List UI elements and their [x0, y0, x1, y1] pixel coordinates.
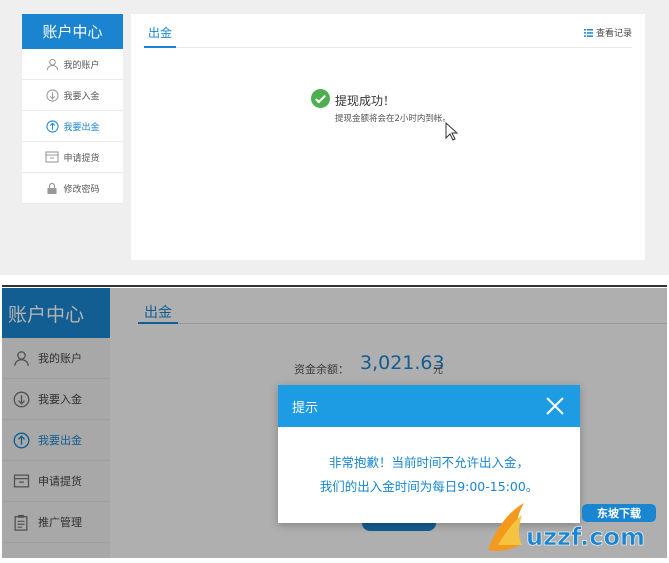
sidebar: 账户中心 我的账户 我要入金 我要出金 申请提货 — [22, 14, 123, 204]
view-records-link[interactable]: 查看记录 — [583, 26, 632, 39]
view-records-label: 查看记录 — [595, 29, 632, 39]
sidebar-item-withdraw[interactable]: 我要出金 — [22, 111, 123, 142]
dialog-header: 提示 — [278, 385, 580, 427]
watermark-text: uzzf.com — [526, 523, 645, 551]
sidebar-item-pickup[interactable]: 申请提货 — [22, 142, 123, 173]
watermark-logo: 东坡下载 uzzf.com — [484, 495, 666, 557]
sidebar-item-label: 修改密码 — [63, 184, 100, 195]
tab-withdraw[interactable]: 出金 — [148, 24, 172, 41]
sidebar-item-label: 我要出金 — [63, 122, 100, 133]
lock-icon — [45, 181, 59, 195]
sidebar-item-label: 申请提货 — [63, 153, 100, 164]
list-icon — [583, 28, 593, 37]
user-icon — [45, 57, 59, 71]
sidebar-item-deposit[interactable]: 我要入金 — [22, 80, 123, 111]
dialog-body: 非常抱歉！当前时间不允许出入金， 我们的出入金时间为每日9:00-15:00。 — [278, 427, 580, 499]
main-panel: 出金 查看记录 提现成功！ 提现金额将会在2小时内到帐。 — [131, 14, 645, 260]
success-title: 提现成功！ — [335, 94, 396, 108]
watermark-badge: 东坡下载 — [597, 506, 641, 520]
sidebar-item-label: 我的账户 — [63, 60, 100, 71]
sidebar-item-label: 我要入金 — [63, 91, 100, 102]
dialog-title: 提示 — [292, 400, 319, 416]
sidebar-item-change-password[interactable]: 修改密码 — [22, 173, 123, 204]
dialog-message-line1: 非常抱歉！当前时间不允许出入金， — [328, 455, 529, 470]
sidebar-title: 账户中心 — [22, 14, 123, 49]
top-screenshot: 账户中心 我的账户 我要入金 我要出金 申请提货 修改密码 出金 查看记录 提现… — [0, 0, 669, 275]
sidebar-item-my-account[interactable]: 我的账户 — [22, 49, 123, 80]
arrow-down-circle-icon — [45, 88, 59, 102]
check-circle-icon — [311, 89, 330, 108]
tab-underline — [144, 46, 176, 48]
box-icon — [45, 150, 60, 164]
close-icon[interactable] — [542, 393, 568, 419]
success-subtitle: 提现金额将会在2小时内到帐。 — [335, 114, 451, 124]
tab-bar: 出金 查看记录 — [144, 14, 632, 48]
arrow-up-circle-icon — [45, 119, 59, 133]
divider — [2, 285, 667, 287]
mouse-cursor-icon — [445, 122, 458, 141]
